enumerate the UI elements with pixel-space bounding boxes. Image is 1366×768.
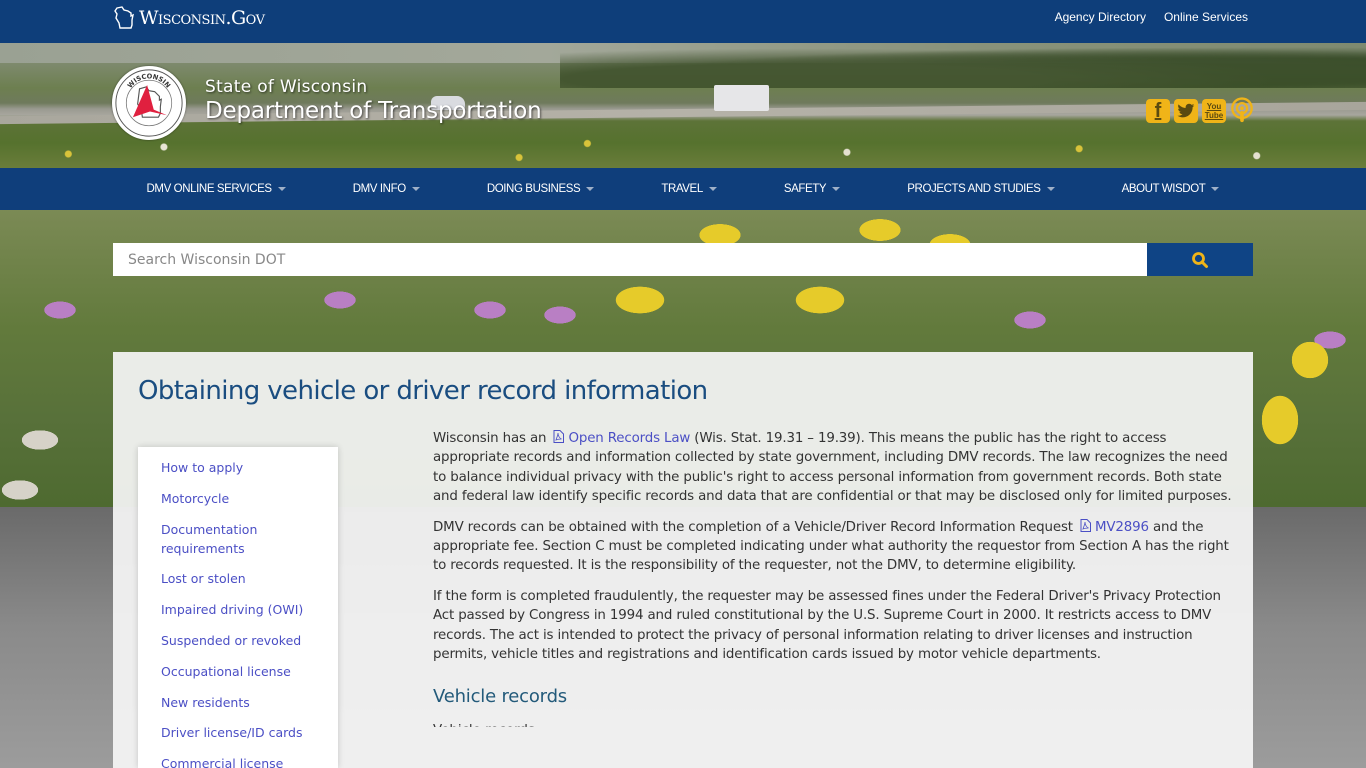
pdf-icon — [553, 430, 565, 443]
wisconsin-gov-brand: Wisconsin.Gov — [139, 7, 265, 29]
sidebar-item-commercial-license[interactable]: Commercial license — [138, 752, 338, 768]
section-heading-vehicle-records: Vehicle records — [433, 686, 567, 708]
site-search-form — [113, 243, 1253, 276]
nav-label: DMV ONLINE SERVICES — [146, 183, 273, 195]
sidebar-item-how-to-apply[interactable]: How to apply — [138, 456, 338, 477]
caret-down-icon — [586, 187, 595, 191]
wisconsin-state-outline-icon — [114, 6, 134, 29]
caret-down-icon — [411, 187, 420, 191]
banner-treeline — [560, 43, 1366, 88]
search-input[interactable] — [113, 243, 1147, 276]
nav-label: DOING BUSINESS — [486, 183, 581, 195]
online-services-link[interactable]: Online Services — [1164, 10, 1248, 24]
twitter-bird-glyph — [1177, 103, 1195, 118]
podcast-icon[interactable] — [1230, 97, 1254, 123]
search-button[interactable] — [1147, 243, 1253, 276]
search-icon — [1192, 251, 1208, 268]
twitter-icon[interactable] — [1174, 99, 1198, 123]
link-text: Open Records Law — [568, 431, 691, 446]
agency-directory-link[interactable]: Agency Directory — [1055, 10, 1146, 24]
youtube-label-top: You — [1206, 102, 1222, 111]
nav-label: DMV INFO — [352, 183, 406, 195]
nav-travel[interactable]: TRAVEL — [661, 183, 717, 195]
caret-down-icon — [1211, 187, 1220, 191]
nav-label: ABOUT WISDOT — [1121, 183, 1206, 195]
facebook-icon[interactable]: f — [1146, 99, 1170, 123]
paragraph-privacy-act: If the form is completed fraudulently, t… — [433, 588, 1221, 663]
sidebar-item-new-residents[interactable]: New residents — [138, 691, 338, 712]
section-text-cut-off: Vehicle records — [433, 721, 1233, 727]
nav-label: TRAVEL — [661, 183, 703, 195]
sidebar-item-lost-or-stolen[interactable]: Lost or stolen — [138, 567, 338, 588]
caret-down-icon — [708, 187, 717, 191]
caret-down-icon — [277, 187, 286, 191]
caret-down-icon — [832, 187, 841, 191]
pdf-icon — [1080, 518, 1091, 532]
wisconsin-gov-logo-link[interactable]: Wisconsin.Gov — [114, 6, 265, 30]
sidebar-item-driver-license-id-cards[interactable]: Driver license/ID cards — [138, 721, 338, 742]
facebook-glyph: f — [1154, 99, 1162, 122]
social-links: f You Tube — [1146, 97, 1254, 123]
caret-down-icon — [1046, 187, 1055, 191]
main-navigation: DMV ONLINE SERVICES DMV INFO DOING BUSIN… — [0, 168, 1366, 210]
wisdot-seal-logo[interactable]: WISCONSIN — [112, 66, 186, 140]
mv2896-form-link[interactable]: MV2896 — [1077, 518, 1149, 535]
utility-links: Agency Directory Online Services — [1055, 10, 1248, 24]
podcast-glyph — [1231, 97, 1253, 123]
nav-label: SAFETY — [783, 183, 827, 195]
youtube-icon[interactable]: You Tube — [1202, 99, 1226, 123]
agency-title: State of Wisconsin Department of Transpo… — [205, 77, 542, 124]
state-line: State of Wisconsin — [205, 77, 368, 97]
paragraph-mv2896: DMV records can be obtained with the com… — [433, 518, 1233, 576]
sidebar-item-impaired-driving[interactable]: Impaired driving (OWI) — [138, 598, 338, 619]
sidebar-item-motorcycle[interactable]: Motorcycle — [138, 487, 338, 508]
youtube-label-bottom: Tube — [1204, 111, 1224, 120]
nav-safety[interactable]: SAFETY — [783, 183, 841, 195]
nav-dmv-online-services[interactable]: DMV ONLINE SERVICES — [147, 183, 286, 195]
banner-flowers — [0, 133, 1366, 168]
link-text: MV2896 — [1094, 519, 1149, 535]
section-sidebar-nav: How to apply Motorcycle Documentation re… — [138, 447, 338, 768]
nav-dmv-info[interactable]: DMV INFO — [353, 183, 420, 195]
nav-doing-business[interactable]: DOING BUSINESS — [486, 183, 595, 195]
wisdot-seal-icon: WISCONSIN — [115, 69, 183, 137]
open-records-law-link[interactable]: Open Records Law — [550, 430, 691, 446]
sidebar-item-suspended-or-revoked[interactable]: Suspended or revoked — [138, 629, 338, 650]
nav-projects-and-studies[interactable]: PROJECTS AND STUDIES — [907, 183, 1055, 195]
page-title: Obtaining vehicle or driver record infor… — [138, 376, 708, 406]
top-utility-bar: Wisconsin.Gov Agency Directory Online Se… — [0, 0, 1366, 43]
nav-label: PROJECTS AND STUDIES — [907, 183, 1041, 195]
paragraph-open-records: Wisconsin has an Open Records Law (Wis. … — [433, 429, 1233, 507]
department-line: Department of Transportation — [205, 98, 542, 124]
nav-about-wisdot[interactable]: ABOUT WISDOT — [1122, 183, 1220, 195]
banner-truck — [714, 85, 769, 111]
text: Wisconsin has an — [433, 431, 551, 446]
sidebar-item-occupational-license[interactable]: Occupational license — [138, 660, 338, 681]
text: DMV records can be obtained with the com… — [433, 519, 1077, 535]
sidebar-item-documentation-requirements[interactable]: Documentation requirements — [138, 518, 278, 558]
article-body: Wisconsin has an Open Records Law (Wis. … — [433, 429, 1233, 727]
